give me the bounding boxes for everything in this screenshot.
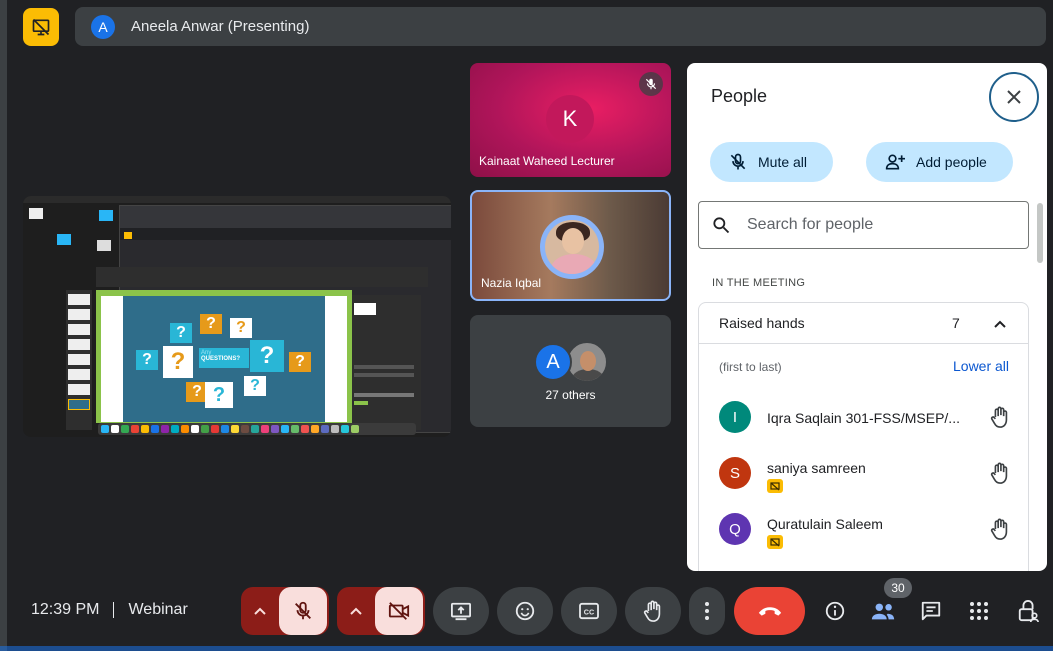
slide-options-panel	[351, 295, 421, 430]
reactions-button[interactable]	[497, 587, 553, 635]
camera-control-group	[337, 587, 425, 635]
section-label: IN THE MEETING	[712, 277, 806, 289]
raised-hands-header[interactable]: Raised hands 7	[699, 303, 1028, 344]
raised-hand-icon	[989, 517, 1011, 546]
mic-off-icon	[730, 153, 746, 170]
meeting-info: 12:39 PM Webinar	[31, 601, 188, 619]
avatar: Q	[719, 513, 751, 545]
list-item[interactable]: I Iqra Saqlain 301-FSS/MSEP/...	[719, 401, 1019, 437]
lock-person-icon	[1018, 600, 1039, 623]
add-people-label: Add people	[916, 154, 987, 170]
others-count: 27 others	[545, 388, 596, 402]
others-tile[interactable]: A 27 others	[470, 315, 671, 427]
captions-button[interactable]: CC	[561, 587, 617, 635]
others-avatar: A	[534, 343, 572, 381]
mic-control-group	[241, 587, 329, 635]
order-hint: (first to last)	[719, 360, 782, 374]
meet-window: A Aneela Anwar (Presenting) ? ? ? ? ? ? …	[0, 0, 1053, 651]
divider	[113, 602, 115, 618]
chat-icon	[921, 601, 941, 621]
presenting-banner[interactable]: A Aneela Anwar (Presenting)	[75, 7, 1046, 46]
participant-photo	[540, 215, 604, 279]
avatar: I	[719, 401, 751, 433]
host-controls-button[interactable]	[1012, 595, 1044, 627]
person-name: saniya samreen	[767, 460, 866, 476]
raised-hand-icon	[989, 461, 1011, 490]
slide-title: Any QUESTIONS?	[201, 350, 241, 362]
avatar: S	[719, 457, 751, 489]
more-options-button[interactable]	[689, 587, 725, 635]
hand-icon	[643, 600, 661, 622]
participant-name: Kainaat Waheed Lecturer	[479, 154, 615, 168]
raised-hands-count: 7	[952, 315, 960, 331]
participant-name: Nazia Iqbal	[481, 276, 542, 290]
camera-off-icon	[388, 602, 410, 620]
list-item[interactable]: Q Quratulain Saleem	[719, 513, 1019, 549]
add-people-button[interactable]: Add people	[866, 142, 1013, 182]
presenting-badge-icon	[767, 479, 783, 493]
meeting-name: Webinar	[128, 601, 188, 618]
mute-all-button[interactable]: Mute all	[710, 142, 833, 182]
chat-button[interactable]	[915, 595, 947, 627]
raised-hands-card: Raised hands 7 (first to last) Lower all…	[698, 302, 1029, 571]
info-icon	[825, 601, 845, 621]
search-input[interactable]	[747, 216, 1007, 234]
emoji-icon	[515, 601, 535, 621]
present-to-all-icon	[451, 602, 471, 621]
lower-all-button[interactable]: Lower all	[953, 358, 1009, 374]
participant-tile-active[interactable]: Nazia Iqbal	[470, 190, 671, 301]
people-icon	[871, 603, 895, 620]
left-edge	[0, 0, 7, 651]
presenting-badge-icon	[767, 535, 783, 549]
slide-thumbnails	[66, 290, 92, 430]
bottom-edge	[0, 646, 1053, 651]
chevron-up-icon[interactable]	[989, 313, 1011, 335]
muted-mic-icon	[639, 72, 663, 96]
microphone-toggle-button[interactable]	[279, 587, 327, 635]
raise-hand-button[interactable]	[625, 587, 681, 635]
presentation-icon[interactable]	[23, 8, 59, 46]
person-add-icon	[885, 154, 905, 170]
svg-text:CC: CC	[584, 608, 594, 617]
panel-title: People	[711, 86, 768, 106]
mac-dock	[98, 423, 416, 435]
close-panel-button[interactable]	[989, 72, 1039, 122]
list-item[interactable]: S saniya samreen	[719, 457, 1019, 493]
person-name: Quratulain Saleem	[767, 516, 883, 532]
activities-button[interactable]	[963, 595, 995, 627]
more-vert-icon	[705, 602, 709, 620]
presenter-name: Aneela Anwar (Presenting)	[131, 18, 310, 35]
leave-call-button[interactable]	[734, 587, 805, 635]
participant-avatar: K	[546, 95, 594, 143]
person-name: Iqra Saqlain 301-FSS/MSEP/...	[767, 410, 960, 426]
chevron-up-icon[interactable]	[337, 587, 375, 635]
raised-hands-label: Raised hands	[719, 315, 805, 331]
mute-all-label: Mute all	[758, 154, 808, 170]
others-photo	[566, 341, 608, 383]
people-panel: People Mute all Add people IN THE MEETIN…	[687, 63, 1047, 571]
close-icon	[1007, 90, 1021, 104]
presenter-avatar: A	[91, 14, 115, 39]
participant-tile[interactable]: K Kainaat Waheed Lecturer	[470, 63, 671, 177]
people-button[interactable]	[867, 595, 899, 627]
call-end-icon	[758, 607, 781, 616]
present-screen-button[interactable]	[433, 587, 489, 635]
search-field[interactable]	[698, 201, 1029, 249]
search-icon	[713, 217, 730, 234]
closed-captions-icon: CC	[579, 602, 599, 620]
raised-hand-icon	[989, 405, 1011, 434]
chevron-up-icon[interactable]	[241, 587, 279, 635]
mic-off-icon	[295, 601, 311, 620]
panel-scrollbar[interactable]	[1037, 203, 1043, 263]
meeting-details-button[interactable]	[819, 595, 851, 627]
camera-toggle-button[interactable]	[375, 587, 423, 635]
clock-time: 12:39 PM	[31, 601, 100, 618]
apps-grid-icon	[970, 602, 988, 620]
